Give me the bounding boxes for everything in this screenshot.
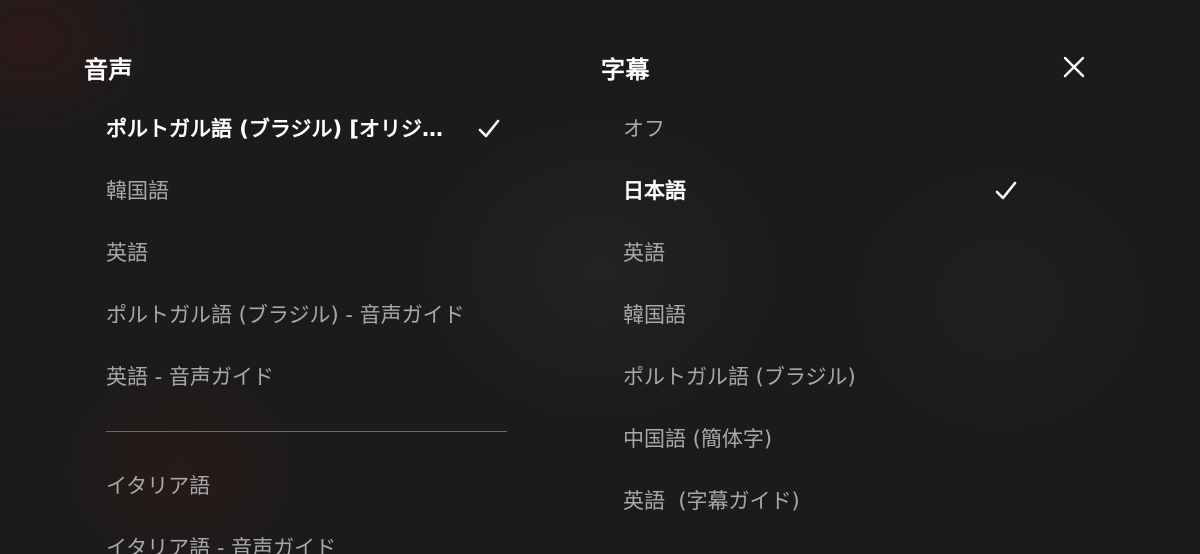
subtitle-option-label: 中国語 (簡体字) bbox=[623, 427, 773, 451]
audio-option-english[interactable]: 英語 bbox=[106, 233, 506, 273]
audio-option-italian-audio-description[interactable]: イタリア語 - 音声ガイド bbox=[106, 528, 506, 554]
audio-title: 音声 bbox=[84, 56, 133, 84]
audio-option-label: ポルトガル語 (ブラジル) - 音声ガイド bbox=[106, 303, 465, 327]
check-icon bbox=[995, 181, 1017, 200]
audio-option-label: 韓国語 bbox=[106, 179, 169, 203]
subtitle-option-chinese-simplified[interactable]: 中国語 (簡体字) bbox=[623, 419, 1023, 459]
close-icon bbox=[1063, 56, 1085, 78]
audio-option-portuguese-original[interactable]: ポルトガル語 (ブラジル) [オリジ… bbox=[106, 109, 506, 149]
audio-option-label: ポルトガル語 (ブラジル) [オリジ… bbox=[106, 117, 443, 141]
subtitle-option-korean[interactable]: 韓国語 bbox=[623, 295, 1023, 335]
subtitle-option-label: ポルトガル語 (ブラジル) bbox=[623, 365, 856, 389]
subtitle-option-japanese[interactable]: 日本語 bbox=[623, 171, 1023, 211]
subtitle-option-label: 英語 (字幕ガイド) bbox=[623, 489, 800, 513]
subtitle-option-off[interactable]: オフ bbox=[623, 109, 1023, 149]
subtitle-option-english[interactable]: 英語 bbox=[623, 233, 1023, 273]
subtitle-option-label: 韓国語 bbox=[623, 303, 686, 327]
subtitle-option-portuguese-brazil[interactable]: ポルトガル語 (ブラジル) bbox=[623, 357, 1023, 397]
subtitles-title: 字幕 bbox=[601, 56, 650, 84]
audio-option-label: イタリア語 bbox=[106, 474, 211, 498]
subtitle-option-label: 日本語 bbox=[623, 179, 686, 203]
audio-option-english-audio-description[interactable]: 英語 - 音声ガイド bbox=[106, 357, 506, 397]
audio-option-portuguese-audio-description[interactable]: ポルトガル語 (ブラジル) - 音声ガイド bbox=[106, 295, 506, 335]
audio-option-label: 英語 - 音声ガイド bbox=[106, 365, 274, 389]
audio-option-label: イタリア語 - 音声ガイド bbox=[106, 536, 337, 554]
audio-subtitle-panel: 音声 ポルトガル語 (ブラジル) [オリジ… 韓国語 英語 ポルトガル語 (ブラ… bbox=[0, 0, 1200, 554]
subtitle-option-label: 英語 bbox=[623, 241, 665, 265]
audio-option-label: 英語 bbox=[106, 241, 148, 265]
close-button[interactable] bbox=[1060, 53, 1088, 81]
subtitle-option-label: オフ bbox=[623, 117, 665, 141]
check-icon bbox=[478, 119, 500, 138]
audio-option-italian[interactable]: イタリア語 bbox=[106, 466, 506, 506]
audio-option-korean[interactable]: 韓国語 bbox=[106, 171, 506, 211]
subtitle-option-english-sdh[interactable]: 英語 (字幕ガイド) bbox=[623, 481, 1023, 521]
audio-divider bbox=[106, 431, 507, 432]
